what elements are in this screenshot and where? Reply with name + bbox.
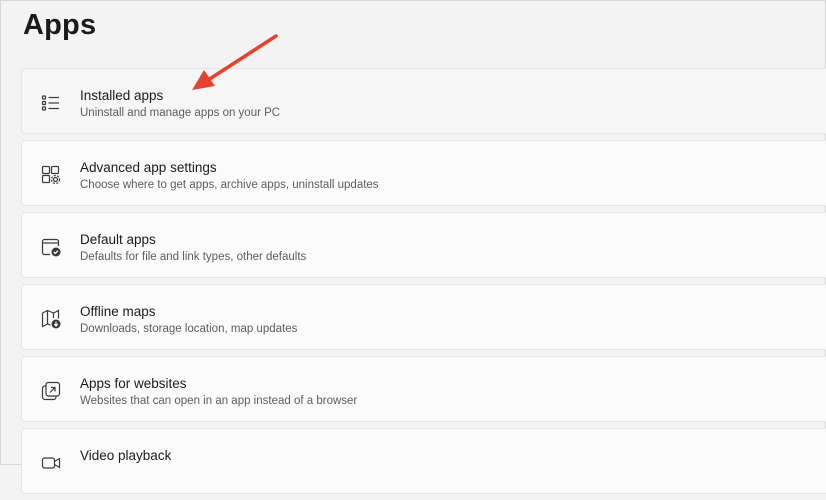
installed-apps-card[interactable]: Installed apps Uninstall and manage apps… (21, 68, 826, 134)
settings-list: Installed apps Uninstall and manage apps… (21, 68, 826, 500)
offline-maps-subtitle: Downloads, storage location, map updates (80, 323, 298, 335)
apps-for-websites-icon (40, 380, 62, 402)
default-apps-card[interactable]: Default apps Defaults for file and link … (21, 212, 826, 278)
page-title: Apps (23, 9, 97, 41)
advanced-app-settings-card[interactable]: Advanced app settings Choose where to ge… (21, 140, 826, 206)
apps-for-websites-card[interactable]: Apps for websites Websites that can open… (21, 356, 826, 422)
offline-maps-card[interactable]: Offline maps Downloads, storage location… (21, 284, 826, 350)
default-apps-subtitle: Defaults for file and link types, other … (80, 251, 307, 263)
offline-maps-title: Offline maps (80, 304, 156, 319)
advanced-app-settings-subtitle: Choose where to get apps, archive apps, … (80, 179, 379, 191)
video-playback-card[interactable]: Video playback (21, 428, 826, 494)
annotation-arrow (192, 34, 278, 90)
installed-apps-subtitle: Uninstall and manage apps on your PC (80, 107, 281, 119)
default-apps-title: Default apps (80, 232, 156, 247)
video-playback-title: Video playback (80, 448, 172, 463)
advanced-app-settings-icon (40, 164, 62, 186)
apps-for-websites-title: Apps for websites (80, 376, 187, 391)
video-playback-icon (40, 452, 62, 474)
offline-maps-icon (40, 308, 62, 330)
advanced-app-settings-title: Advanced app settings (80, 160, 217, 175)
apps-for-websites-subtitle: Websites that can open in an app instead… (80, 395, 358, 407)
installed-apps-icon (40, 92, 62, 114)
default-apps-icon (40, 236, 62, 258)
